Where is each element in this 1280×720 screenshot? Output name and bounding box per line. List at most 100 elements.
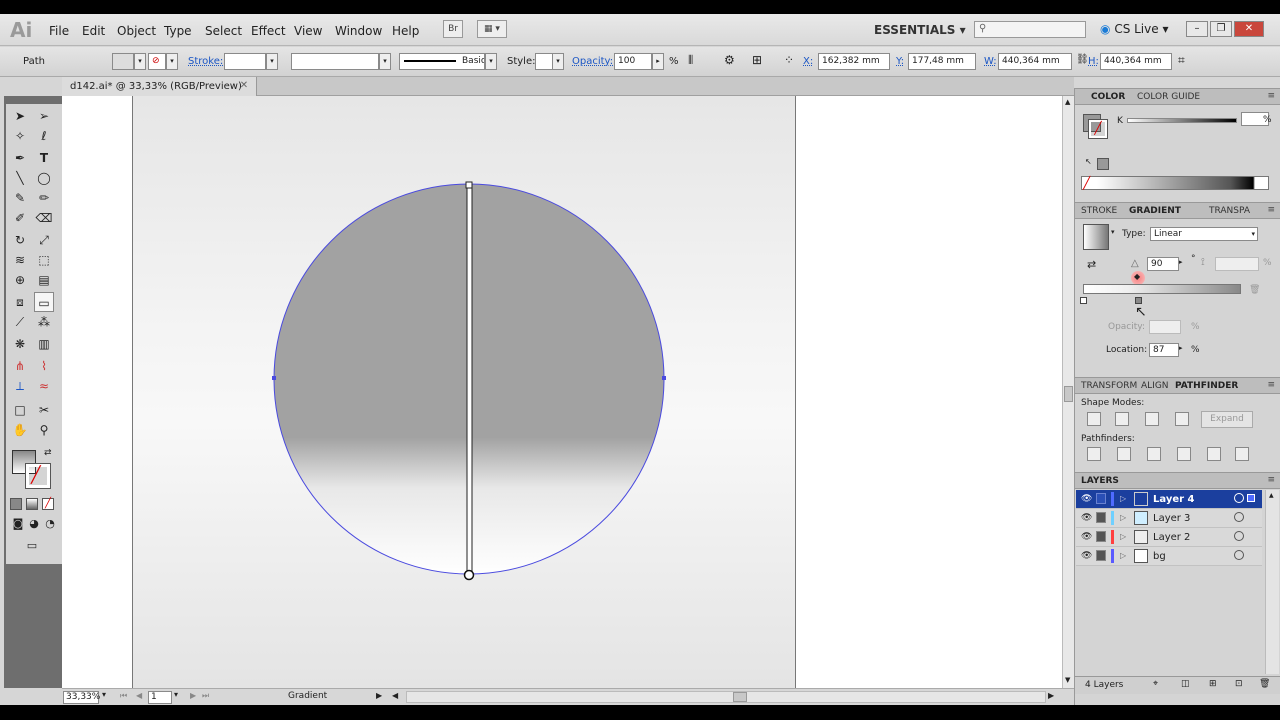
first-artboard-icon[interactable]: ⏮ [120,691,127,701]
opacity-link[interactable]: Opacity: [572,56,613,67]
y-label[interactable]: Y: [896,56,904,67]
menu-window[interactable]: Window [335,24,382,38]
lasso-tool-icon[interactable]: ℓ [34,126,54,146]
merge-icon[interactable] [1147,447,1161,461]
horizontal-scrollbar[interactable] [406,691,1046,703]
layer-target-icon[interactable] [1234,512,1244,522]
gradient-slider[interactable] [1083,284,1241,294]
opacity-dropdown[interactable]: ▸ [652,53,664,70]
shape-builder-tool-icon[interactable]: ⊕ [10,270,30,290]
tab-gradient[interactable]: GRADIENT [1129,206,1181,216]
reverse-gradient-icon[interactable]: ⇄ [1087,258,1096,271]
none-mode-icon[interactable]: ╱ [42,498,54,510]
crop-icon[interactable] [1177,447,1191,461]
minus-front-icon[interactable] [1115,412,1129,426]
graph-tool-icon[interactable]: ▥ [34,334,54,354]
menu-help[interactable]: Help [392,24,419,38]
last-artboard-icon[interactable]: ⏭ [202,691,209,701]
menu-type[interactable]: Type [164,24,192,38]
brush-dropdown[interactable]: ▾ [485,53,497,70]
new-sublayer-icon[interactable]: ⊞ [1209,679,1217,689]
k-channel-slider[interactable] [1127,118,1237,123]
visibility-eye-icon[interactable]: 👁 [1081,551,1092,561]
constrain-proportions-icon[interactable]: ⛓ [1076,54,1089,65]
y-field[interactable]: 177,48 mm [908,53,976,70]
variable-width-dropdown[interactable]: ▾ [379,53,391,70]
canvas-area[interactable] [62,96,1062,688]
screen-mode-icon[interactable]: ▭ [22,536,42,556]
visibility-eye-icon[interactable]: 👁 [1081,494,1092,504]
fill-dropdown[interactable]: ▾ [134,53,146,70]
magic-wand-tool-icon[interactable]: ✧ [10,126,30,146]
layer-name[interactable]: Layer 4 [1153,494,1194,505]
lock-icon[interactable] [1096,531,1106,542]
gradient-annotator-start[interactable] [465,181,473,189]
expand-button[interactable]: Expand [1201,411,1253,428]
panel-menu-icon[interactable]: ≡ [1267,91,1275,101]
color-mode-icon[interactable] [10,498,22,510]
pen-tool-icon[interactable]: ✒ [10,148,30,168]
tab-align[interactable]: ALIGN [1141,381,1169,391]
tab-stroke[interactable]: STROKE [1081,206,1117,216]
artwork[interactable] [62,96,1062,688]
tab-transparency[interactable]: TRANSPA [1209,206,1250,216]
stroke-weight-field[interactable] [224,53,266,70]
free-transform-tool-icon[interactable]: ⬚ [34,250,54,270]
rotate-tool-icon[interactable]: ↻ [10,230,30,250]
layer-name[interactable]: Layer 3 [1153,513,1190,524]
selection-tool-icon[interactable]: ➤ [10,106,30,126]
layer-row-layer-3[interactable]: 👁 ▷ Layer 3 [1076,509,1262,528]
gradient-stop-gray[interactable] [1135,297,1142,304]
cs-live-menu[interactable]: ◉ CS Live ▾ [1100,22,1168,36]
slice-select-tool-icon[interactable]: ✂ [34,400,54,420]
scroll-left-icon[interactable]: ◀ [392,691,398,700]
maximize-button[interactable]: ❐ [1210,21,1232,37]
gradient-stop-white[interactable] [1080,297,1087,304]
trim-icon[interactable] [1117,447,1131,461]
close-tab-icon[interactable]: ✕ [238,80,250,92]
paintbrush-tool-icon[interactable]: ✎ [10,188,30,208]
menu-file[interactable]: File [49,24,69,38]
stroke-link[interactable]: Stroke: [188,56,223,67]
delete-layer-icon[interactable]: 🗑 [1259,679,1270,689]
brush-definition-field[interactable]: Basic [399,53,485,70]
ellipse-tool-icon[interactable]: ◯ [34,168,54,188]
location-dropdown-icon[interactable]: ▸ [1179,344,1183,352]
gradient-midpoint-diamond-icon[interactable]: ◆ [1134,272,1140,281]
artboard-dropdown-icon[interactable]: ▾ [174,690,178,699]
transform-icon[interactable]: ⌗ [1178,53,1185,68]
close-button[interactable]: ✕ [1234,21,1264,37]
none-color-icon[interactable]: ╱ [1083,176,1090,190]
hand-tool-icon[interactable]: ✋ [10,420,30,440]
color-stroke-swatch[interactable]: ╱ [1088,119,1108,139]
lock-toggle[interactable] [1096,493,1106,504]
current-tool-status[interactable]: Gradient [288,691,327,701]
tab-transform[interactable]: TRANSFORM [1081,381,1137,391]
live-paint-tool-icon[interactable]: ▤ [34,270,54,290]
menu-select[interactable]: Select [205,24,242,38]
last-color-swatch[interactable] [1097,158,1109,170]
locate-object-icon[interactable]: ⌖ [1153,679,1158,689]
stroke-swatch[interactable]: ⊘ [148,53,166,70]
gradient-mesh-tool-icon[interactable]: ⌇ [34,356,54,376]
scroll-up-icon[interactable]: ▲ [1065,98,1070,106]
h-label[interactable]: H: [1088,56,1099,67]
isolate-icon[interactable]: ⚙ [724,53,735,67]
w-label[interactable]: W: [984,56,997,67]
variable-width-field[interactable] [291,53,379,70]
visibility-eye-icon[interactable]: 👁 [1081,513,1092,523]
expand-layer-icon[interactable]: ▷ [1120,494,1126,503]
tab-pathfinder[interactable]: PATHFINDER [1175,381,1238,391]
status-menu-icon[interactable]: ▶ [376,691,382,700]
scroll-right-icon[interactable]: ▶ [1048,691,1054,700]
recolor-icon[interactable]: ⦀ [688,53,693,68]
location-field[interactable]: 87 [1149,343,1179,357]
zoom-field[interactable]: 33,33% [63,691,100,704]
visibility-eye-icon[interactable]: 👁 [1081,532,1092,542]
direct-selection-tool-icon[interactable]: ➢ [34,106,54,126]
artboard-tool-icon[interactable]: □ [10,400,30,420]
aspect-ratio-field[interactable] [1215,257,1259,271]
warp-tool-icon[interactable]: ≋ [10,250,30,270]
layer-row-layer-2[interactable]: 👁 ▷ Layer 2 [1076,528,1262,547]
vertical-scroll-thumb[interactable] [1064,386,1073,402]
